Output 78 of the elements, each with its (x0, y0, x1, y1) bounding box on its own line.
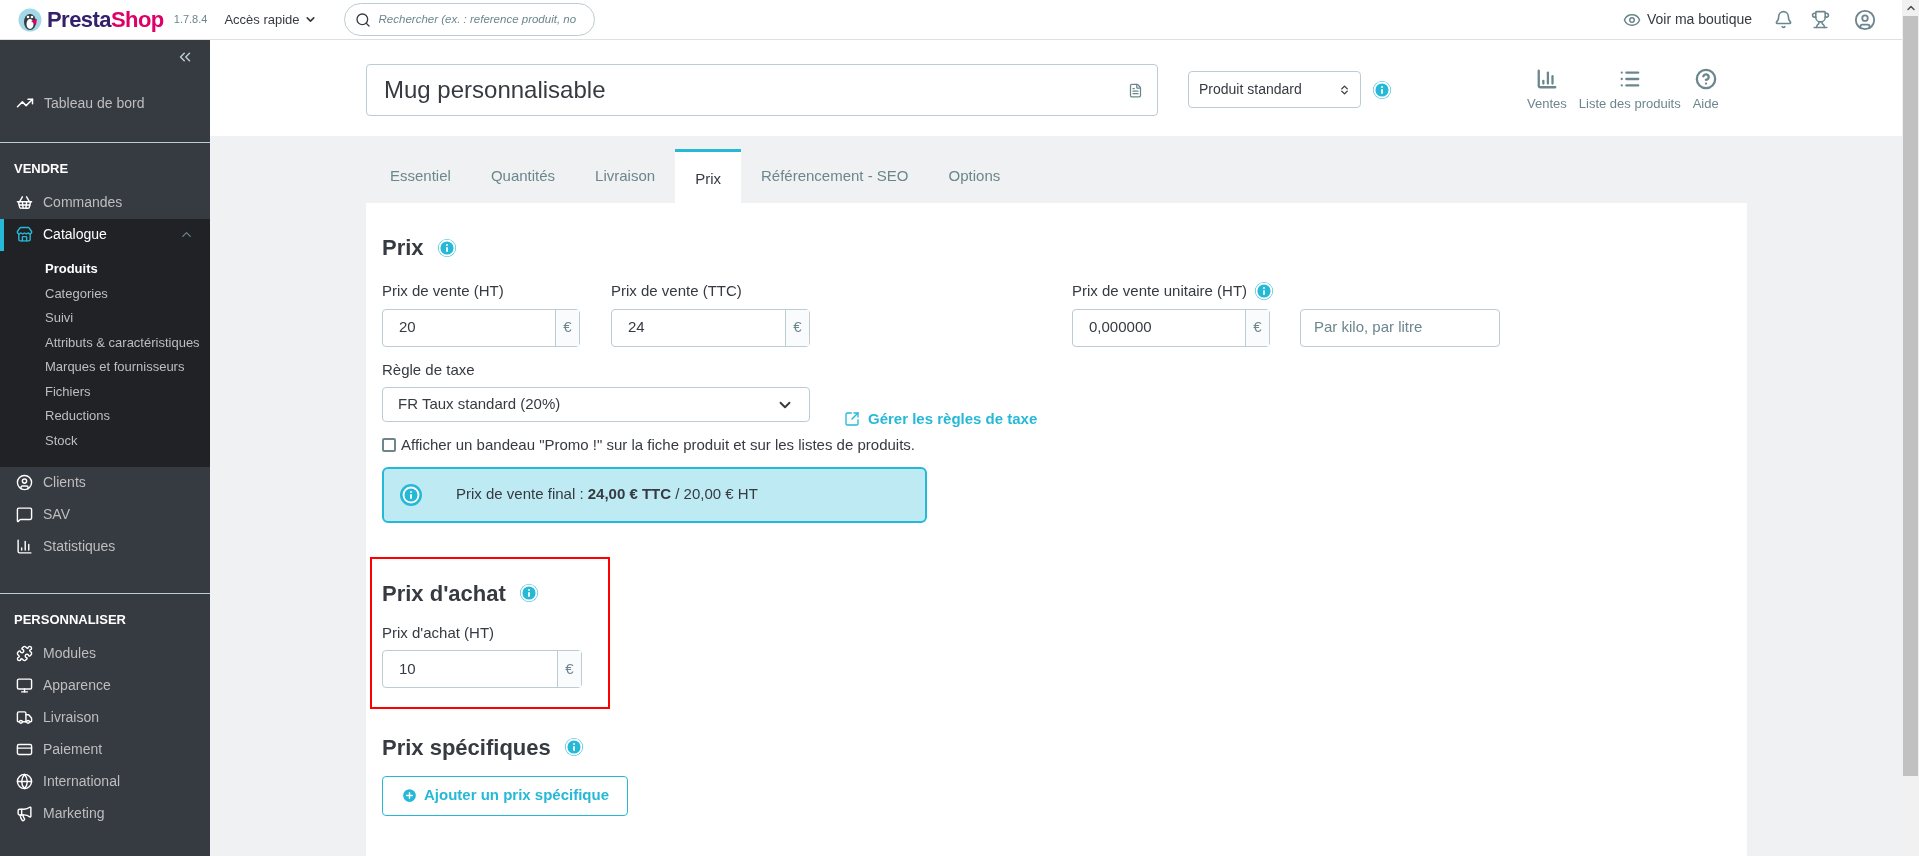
info-icon[interactable] (1255, 282, 1274, 301)
currency-addon: € (555, 309, 579, 346)
tab[interactable]: Prix (675, 149, 741, 203)
info-icon[interactable] (1373, 81, 1391, 99)
section-heading: Prix (382, 234, 424, 262)
submenu-item[interactable]: Attributs & caractéristiques (0, 330, 210, 355)
sidebar-item[interactable]: International (0, 765, 210, 797)
submenu-item[interactable]: Fichiers (0, 379, 210, 404)
submenu-item[interactable]: Stock (0, 428, 210, 453)
external-link-icon (844, 410, 860, 427)
price-field[interactable]: 10 € (382, 650, 582, 688)
price-field[interactable]: 20 € (382, 308, 580, 347)
field-value: 20 (398, 317, 417, 338)
document-icon (1128, 82, 1143, 98)
tab[interactable]: Quantités (470, 149, 576, 203)
tab[interactable]: Essentiel (370, 149, 471, 203)
field-value: 24 (627, 317, 646, 338)
sidebar-item[interactable]: Modules (0, 637, 210, 669)
field-value: 10 (398, 658, 417, 679)
list-icon (1618, 68, 1641, 90)
view-shop-link[interactable]: Voir ma boutique (1622, 9, 1752, 30)
plus-icon (401, 787, 418, 804)
info-icon[interactable] (519, 584, 538, 602)
sidebar-item[interactable]: Tableau de bord (0, 82, 210, 124)
section-heading: Prix spécifiques (382, 733, 551, 762)
sidebar-item[interactable]: Livraison (0, 701, 210, 733)
product-type-select[interactable]: Produit standard (1188, 71, 1361, 108)
submenu-item[interactable]: Suivi (0, 305, 210, 330)
chart-icon (1535, 68, 1558, 90)
checkbox-label: Afficher un bandeau "Promo !" sur la fiche produit et sur les listes de produits. (401, 435, 915, 455)
user-icon[interactable] (1854, 8, 1876, 31)
quick-access-button[interactable]: Accès rapide (224, 9, 317, 30)
sidebar-item[interactable]: SAV (0, 498, 210, 531)
product-name-field[interactable]: Mug personnalisable (366, 64, 1158, 116)
search-icon (354, 11, 371, 28)
currency-addon: € (1245, 309, 1269, 346)
field-label: Prix d'achat (HT) (382, 622, 496, 643)
section-title: PERSONNALISER (13, 610, 127, 629)
submenu-item[interactable]: Produits (0, 256, 210, 281)
final-price-text: Prix de vente final : 24,00 € TTC / 20,00 € HT (456, 484, 758, 505)
section-title: VENDRE (13, 160, 70, 178)
field-label: Prix de vente unitaire (HT) (1072, 281, 1248, 301)
field-label: Règle de taxe (382, 359, 476, 380)
notification-icon[interactable] (1774, 10, 1793, 29)
sidebar-item[interactable]: Marketing (0, 797, 210, 829)
sidebar-item[interactable]: Statistiques (0, 530, 210, 563)
help-icon (1694, 68, 1717, 90)
submenu-item[interactable]: Reductions (0, 403, 210, 428)
unit-field[interactable]: Par kilo, par litre (1300, 308, 1500, 347)
trophy-icon[interactable] (1811, 10, 1830, 29)
info-icon[interactable] (564, 738, 583, 756)
logo-text: PrestaShop (47, 6, 164, 34)
sidebar-item[interactable]: Apparence (0, 669, 210, 701)
sidebar-item[interactable]: Paiement (0, 733, 210, 765)
header-action[interactable]: Aide (1692, 68, 1719, 114)
price-field[interactable]: 0,000000 € (1072, 308, 1270, 347)
currency-addon: € (557, 651, 581, 687)
price-field[interactable]: 24 € (611, 308, 810, 347)
info-icon[interactable] (437, 238, 456, 257)
tax-rule-select[interactable]: FR Taux standard (20%) (382, 387, 810, 422)
section-heading: Prix d'achat (382, 579, 506, 608)
submenu-item[interactable]: Marques et fournisseurs (0, 354, 210, 379)
header-action[interactable]: Liste des produits (1578, 68, 1681, 114)
tab[interactable]: Référencement - SEO (740, 149, 929, 203)
field-label: Prix de vente (TTC) (611, 281, 743, 301)
submenu-item[interactable]: Categories (0, 281, 210, 306)
currency-addon: € (785, 309, 809, 346)
version: 1.7.8.4 (173, 12, 208, 28)
tab[interactable]: Livraison (575, 149, 676, 203)
field-value: 0,000000 (1088, 317, 1153, 338)
logo-icon (18, 7, 42, 32)
checkbox[interactable] (382, 438, 396, 453)
tab[interactable]: Options (928, 149, 1021, 203)
header-action[interactable]: Ventes (1527, 68, 1567, 114)
field-label: Prix de vente (HT) (382, 281, 505, 301)
sidebar-item[interactable]: Clients (0, 466, 210, 499)
info-icon[interactable] (400, 483, 422, 506)
sidebar-item[interactable]: Commandes (0, 186, 210, 219)
